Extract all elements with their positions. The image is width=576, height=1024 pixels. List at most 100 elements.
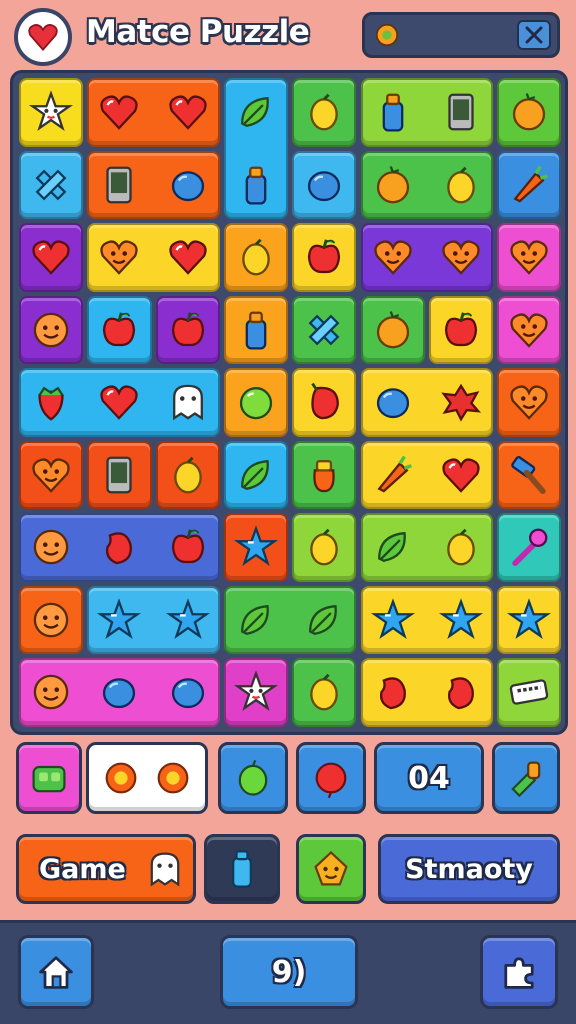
board-cell[interactable]: [156, 80, 220, 144]
strawberry-icon: [38, 386, 64, 421]
game-button[interactable]: Game: [16, 834, 196, 904]
board-cell[interactable]: [87, 370, 151, 434]
tray-item-robot[interactable]: [16, 742, 82, 814]
board-cell[interactable]: [224, 443, 288, 507]
board-cell[interactable]: [429, 80, 493, 144]
board-cell[interactable]: [224, 588, 288, 652]
tray-item-lime[interactable]: [218, 742, 288, 814]
puzzle-button[interactable]: [480, 935, 558, 1009]
tray-item-pepper[interactable]: [296, 742, 366, 814]
board-cell[interactable]: [87, 515, 151, 579]
blueberry-icon: [171, 678, 204, 709]
board-cell[interactable]: [224, 80, 288, 144]
board-cell[interactable]: [497, 153, 561, 217]
board-cell[interactable]: [156, 515, 220, 579]
board-cell[interactable]: [292, 370, 356, 434]
board-cell[interactable]: [361, 660, 425, 724]
board-cell[interactable]: [429, 515, 493, 579]
board-cell[interactable]: [224, 660, 288, 724]
board-cell[interactable]: [292, 80, 356, 144]
board-cell[interactable]: [429, 225, 493, 289]
bottle-button[interactable]: [204, 834, 280, 904]
board-cell[interactable]: [19, 153, 83, 217]
board-cell[interactable]: [224, 153, 288, 217]
board-cell[interactable]: [292, 298, 356, 362]
tray-item-tool[interactable]: [492, 742, 560, 814]
board-cell[interactable]: [497, 370, 561, 434]
star-face-icon: [233, 670, 278, 712]
star-icon: [507, 597, 552, 639]
board-cell[interactable]: [224, 515, 288, 579]
board-cell[interactable]: [429, 588, 493, 652]
board-cell[interactable]: [292, 588, 356, 652]
lemon-icon: [157, 762, 189, 794]
board-cell[interactable]: [497, 588, 561, 652]
heart-face-icon: [510, 240, 548, 275]
board-cell[interactable]: [292, 225, 356, 289]
board-cell[interactable]: [497, 298, 561, 362]
board-cell[interactable]: [19, 443, 83, 507]
board-cell[interactable]: [361, 443, 425, 507]
board-cell[interactable]: [361, 588, 425, 652]
apple-icon: [103, 311, 136, 346]
board-cell[interactable]: [497, 660, 561, 724]
board-cell[interactable]: [361, 225, 425, 289]
board-cell[interactable]: [361, 370, 425, 434]
board-cell[interactable]: [224, 225, 288, 289]
board-cell[interactable]: [429, 660, 493, 724]
board-cell[interactable]: [19, 225, 83, 289]
board-cell[interactable]: [361, 80, 425, 144]
board-cell[interactable]: [429, 370, 493, 434]
board-cell[interactable]: [429, 443, 493, 507]
board-cell[interactable]: [87, 153, 151, 217]
board-cell[interactable]: [497, 515, 561, 579]
board-cell[interactable]: [87, 298, 151, 362]
board-cell[interactable]: [429, 298, 493, 362]
hud-panel: [362, 12, 560, 58]
hint-button[interactable]: [296, 834, 366, 904]
board-cell[interactable]: [497, 443, 561, 507]
bottle-icon: [245, 166, 267, 205]
board-cell[interactable]: [156, 443, 220, 507]
board-cell[interactable]: [361, 153, 425, 217]
orange-icon: [376, 310, 409, 348]
board-cell[interactable]: [156, 588, 220, 652]
board-cell[interactable]: [156, 153, 220, 217]
board-cell[interactable]: [19, 588, 83, 652]
board-cell[interactable]: [292, 515, 356, 579]
secondary-button[interactable]: Stmaoty: [378, 834, 560, 904]
board-cell[interactable]: [87, 443, 151, 507]
board-cell[interactable]: [292, 153, 356, 217]
board-cell[interactable]: [87, 225, 151, 289]
board-cell[interactable]: [156, 370, 220, 434]
board-cell[interactable]: [361, 298, 425, 362]
board-cell[interactable]: [156, 225, 220, 289]
wand-icon: [512, 528, 548, 566]
board-cell[interactable]: [87, 80, 151, 144]
board-cell[interactable]: [87, 588, 151, 652]
home-button[interactable]: [18, 935, 94, 1009]
board-cell[interactable]: [87, 660, 151, 724]
close-button[interactable]: [517, 20, 551, 50]
board-cell[interactable]: [19, 515, 83, 579]
face-icon: [33, 674, 69, 710]
moves-value: 04: [408, 760, 450, 796]
board-cell[interactable]: [224, 370, 288, 434]
jar-icon: [313, 459, 335, 492]
blueberry-icon: [103, 678, 136, 709]
board-cell[interactable]: [497, 80, 561, 144]
board-cell[interactable]: [19, 298, 83, 362]
board-cell[interactable]: [19, 80, 83, 144]
board-cell[interactable]: [497, 225, 561, 289]
board-cell[interactable]: [292, 443, 356, 507]
tray-item-double[interactable]: [86, 742, 208, 814]
board-cell[interactable]: [156, 298, 220, 362]
leaf-icon: [240, 96, 269, 128]
board-cell[interactable]: [156, 660, 220, 724]
board-cell[interactable]: [19, 370, 83, 434]
board-cell[interactable]: [292, 660, 356, 724]
board-cell[interactable]: [361, 515, 425, 579]
board-cell[interactable]: [224, 298, 288, 362]
board-cell[interactable]: [429, 153, 493, 217]
board-cell[interactable]: [19, 660, 83, 724]
